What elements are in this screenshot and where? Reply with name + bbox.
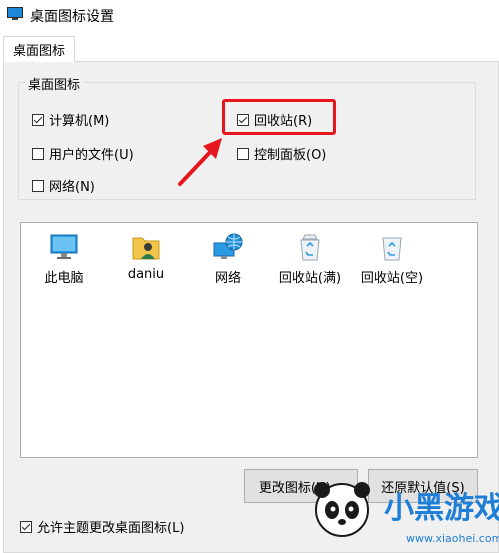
icon-list[interactable]: 此电脑 daniu 网络 回收站(满) 回收站(空) — [20, 222, 478, 458]
checkbox-computer[interactable]: 计算机(M) — [32, 110, 109, 129]
checkbox-control-panel[interactable]: 控制面板(O) — [237, 144, 326, 163]
icon-item-this-pc[interactable]: 此电脑 — [29, 231, 99, 286]
watermark-logo: 小黑游戏 www.xiaohei.com — [314, 482, 499, 545]
recycle-bin-full-icon — [300, 234, 320, 261]
watermark-url: www.xiaohei.com — [406, 532, 499, 545]
icon-label: 回收站(满) — [278, 271, 342, 286]
checkbox-unchecked-icon[interactable] — [32, 147, 44, 160]
checkbox-unchecked-icon[interactable] — [32, 179, 44, 192]
network-globe-icon — [213, 233, 243, 259]
checkbox-checked-icon[interactable] — [32, 113, 44, 126]
tab-label: 桌面图标 — [12, 44, 65, 59]
recycle-bin-empty-icon — [382, 237, 402, 261]
icon-item-user-folder[interactable]: daniu — [111, 231, 181, 282]
checkbox-checked-icon[interactable] — [20, 520, 32, 533]
checkbox-allow-theme[interactable]: 允许主题更改桌面图标(L) — [20, 517, 184, 536]
monitor-icon — [50, 234, 78, 259]
icon-label: 网络 — [214, 271, 241, 286]
highlight-box — [222, 99, 336, 135]
icon-label: 此电脑 — [44, 271, 84, 286]
group-label: 桌面图标 — [25, 79, 84, 92]
tab-desktop-icons[interactable]: 桌面图标 — [3, 36, 75, 62]
checkbox-user-files[interactable]: 用户的文件(U) — [32, 144, 134, 163]
title-bar: 桌面图标设置 — [0, 0, 499, 30]
icon-item-network[interactable]: 网络 — [193, 231, 263, 286]
checkbox-label: 控制面板(O) — [254, 148, 327, 163]
checkbox-label: 允许主题更改桌面图标(L) — [37, 521, 185, 536]
checkbox-label: 网络(N) — [49, 180, 95, 195]
checkbox-label: 计算机(M) — [49, 114, 110, 129]
checkbox-network[interactable]: 网络(N) — [32, 176, 95, 195]
desktop-settings-icon — [7, 7, 23, 20]
checkbox-label: 用户的文件(U) — [49, 148, 134, 163]
watermark-brand: 小黑游戏 — [384, 491, 499, 526]
checkbox-unchecked-icon[interactable] — [237, 147, 249, 160]
user-folder-icon — [132, 237, 160, 260]
red-arrow-icon — [178, 138, 222, 186]
icon-label: daniu — [127, 267, 165, 282]
icon-item-recycle-empty[interactable]: 回收站(空) — [357, 231, 427, 286]
icon-label: 回收站(空) — [360, 271, 424, 286]
icon-item-recycle-full[interactable]: 回收站(满) — [275, 231, 345, 286]
window-title: 桌面图标设置 — [30, 9, 114, 25]
